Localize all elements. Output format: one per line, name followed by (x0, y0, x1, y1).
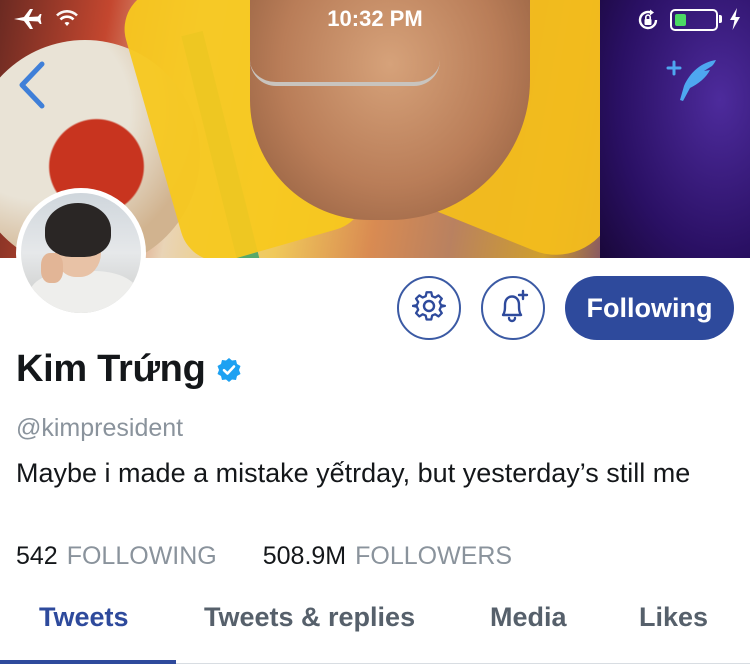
gear-icon (411, 289, 447, 328)
charging-bolt-icon (729, 8, 741, 35)
tab-media[interactable]: Media (490, 602, 567, 633)
profile-name-row: Kim Trứng (16, 348, 242, 391)
verified-badge-icon (216, 357, 242, 383)
profile-handle: @kimpresident (16, 414, 184, 442)
following-button[interactable]: Following (565, 276, 734, 340)
profile-stats: 542 FOLLOWING 508.9M FOLLOWERS (16, 542, 512, 571)
profile-bio: Maybe i made a mistake yếtrday, but yest… (16, 458, 691, 488)
banner-chain (250, 60, 440, 86)
back-button[interactable] (12, 58, 52, 112)
quill-sparkle-icon (664, 60, 724, 110)
battery-cap (719, 15, 722, 23)
active-tab-indicator (0, 660, 176, 664)
notifications-button[interactable] (481, 276, 545, 340)
chevron-left-icon (12, 61, 52, 116)
settings-button[interactable] (397, 276, 461, 340)
avatar[interactable] (16, 188, 146, 318)
following-stat[interactable]: 542 FOLLOWING (16, 542, 217, 571)
tab-likes[interactable]: Likes (639, 602, 708, 633)
rotation-lock-icon (636, 8, 660, 37)
battery-icon (670, 9, 718, 31)
tab-tweets-and-replies[interactable]: Tweets & replies (204, 602, 415, 633)
tab-tweets[interactable]: Tweets (39, 602, 129, 633)
bell-plus-icon (495, 288, 531, 329)
display-name: Kim Trứng (16, 348, 206, 390)
avatar-photo (21, 193, 141, 313)
following-count: 542 (16, 542, 58, 570)
profile-tabs: Tweets Tweets & replies Media Likes (0, 592, 750, 666)
followers-count: 508.9M (262, 542, 347, 570)
compose-tweet-button[interactable] (664, 56, 724, 106)
status-bar: 10:32 PM (0, 0, 750, 40)
battery-level (675, 14, 686, 26)
followers-stat[interactable]: 508.9M FOLLOWERS (263, 542, 512, 571)
following-label: FOLLOWING (66, 542, 217, 570)
followers-label: FOLLOWERS (355, 542, 513, 570)
